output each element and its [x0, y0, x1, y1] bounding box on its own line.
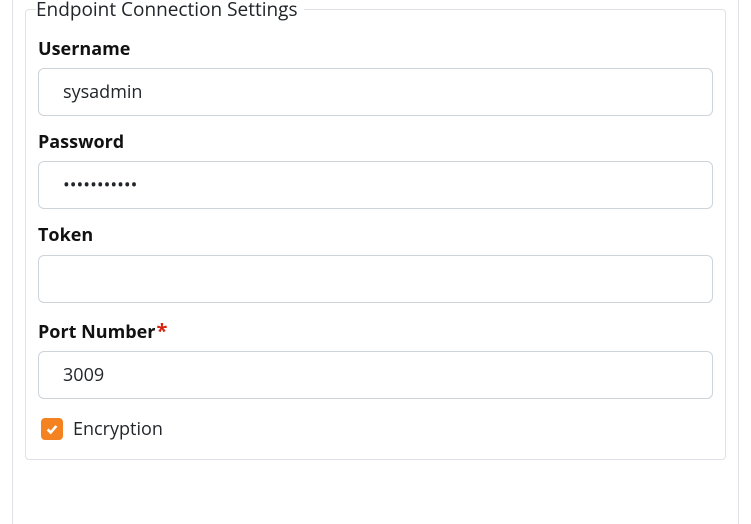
required-asterisk-icon: * [156, 317, 167, 344]
port-field-group: Port Number* [38, 317, 713, 399]
token-input[interactable] [38, 255, 713, 303]
username-input[interactable] [38, 68, 713, 116]
username-field-group: Username [38, 37, 713, 116]
token-field-group: Token [38, 223, 713, 302]
encryption-label: Encryption [73, 417, 163, 441]
token-label: Token [38, 223, 713, 248]
password-field-group: Password [38, 130, 713, 209]
password-input[interactable] [38, 161, 713, 209]
port-input[interactable] [38, 351, 713, 399]
form-container: Endpoint Connection Settings Username Pa… [12, 0, 739, 524]
password-label: Password [38, 130, 713, 155]
settings-legend: Endpoint Connection Settings [36, 0, 304, 19]
encryption-field-group: Encryption [38, 417, 713, 441]
port-label: Port Number* [38, 317, 713, 345]
username-label: Username [38, 37, 713, 62]
port-label-text: Port Number [38, 320, 155, 344]
endpoint-connection-settings: Endpoint Connection Settings Username Pa… [25, 0, 726, 460]
encryption-checkbox[interactable] [41, 418, 63, 440]
checkmark-icon [45, 422, 59, 436]
